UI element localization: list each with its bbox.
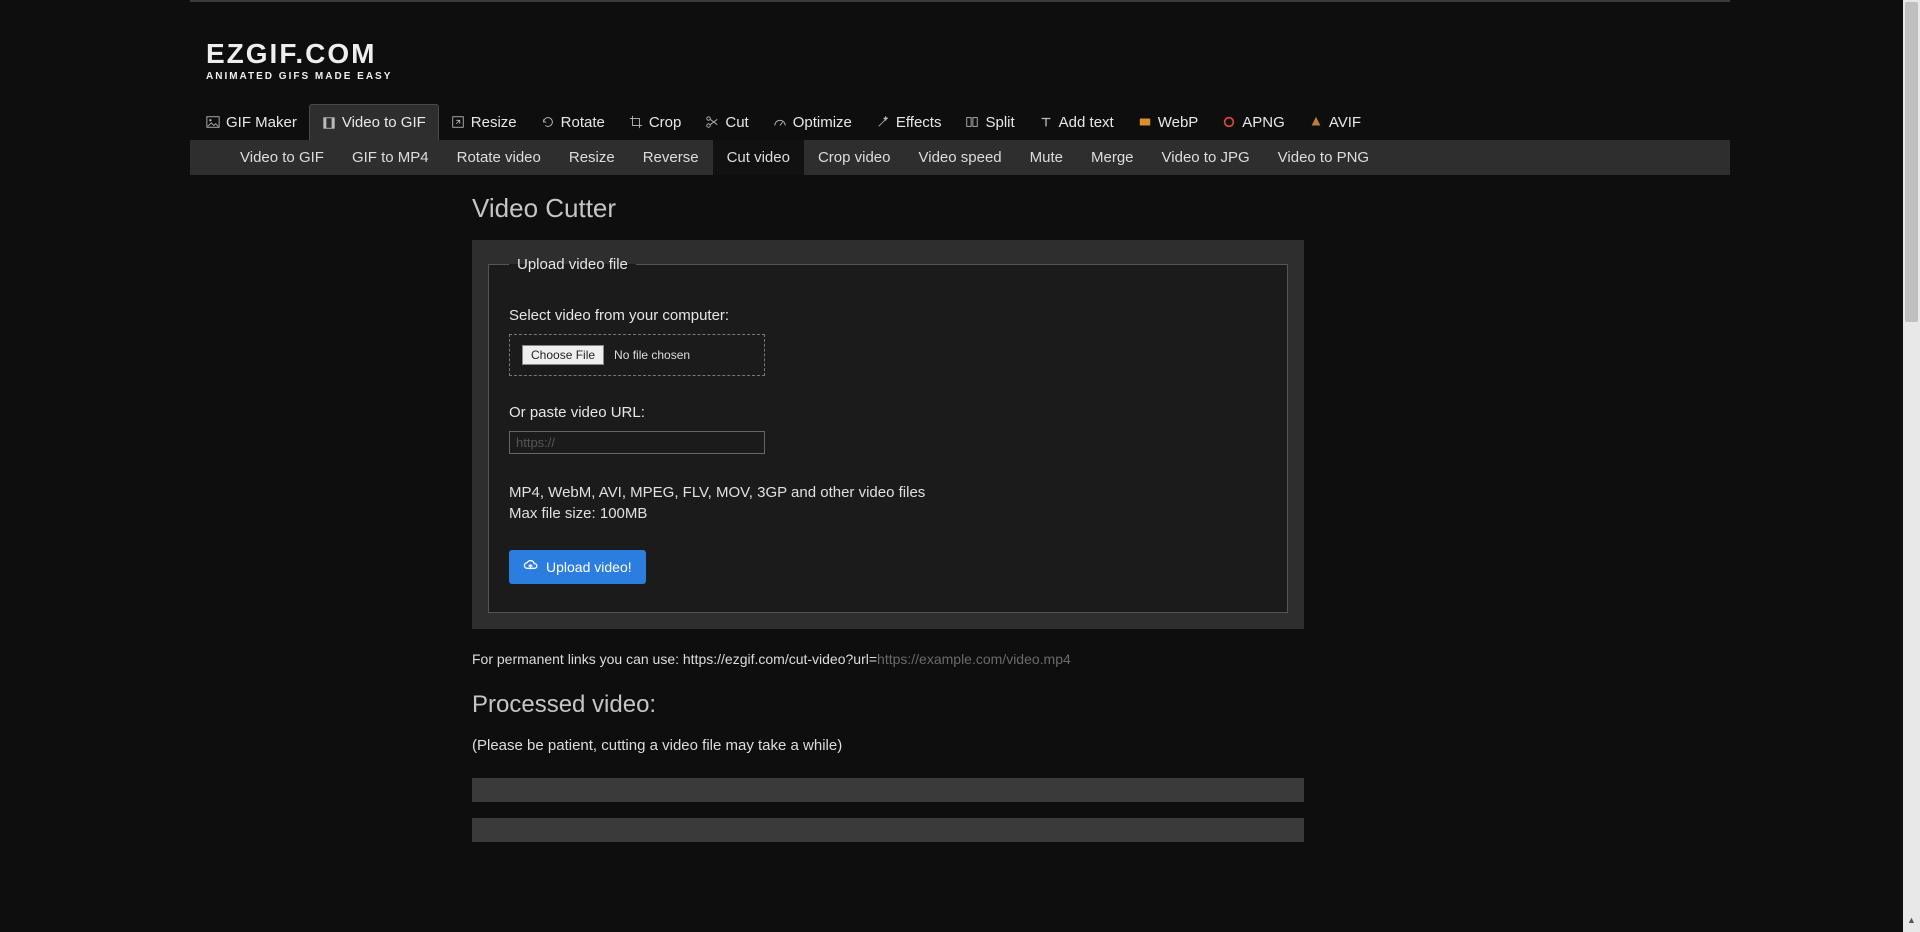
nav-label: Rotate — [561, 114, 605, 131]
nav-crop[interactable]: Crop — [617, 105, 694, 140]
select-file-label: Select video from your computer: — [509, 307, 1267, 324]
nav-label: Resize — [471, 114, 517, 131]
subnav-video-to-gif[interactable]: Video to GIF — [226, 140, 338, 175]
subnav-video-to-jpg[interactable]: Video to JPG — [1148, 140, 1264, 175]
nav-cut[interactable]: Cut — [693, 105, 760, 140]
nav-gif-maker[interactable]: GIF Maker — [194, 105, 309, 140]
scroll-down-arrow[interactable]: ▲ — [1903, 915, 1920, 932]
upload-legend: Upload video file — [509, 256, 636, 273]
cloud-upload-icon — [523, 558, 538, 576]
subnav-rotate-video[interactable]: Rotate video — [443, 140, 555, 175]
processed-heading: Processed video: — [472, 691, 1730, 719]
subnav-crop-video[interactable]: Crop video — [804, 140, 905, 175]
nav-avif[interactable]: AVIF — [1297, 105, 1373, 140]
upload-button[interactable]: Upload video! — [509, 550, 646, 584]
nav-label: Optimize — [793, 114, 852, 131]
text-icon — [1039, 115, 1053, 129]
gauge-icon — [773, 115, 787, 129]
webp-icon — [1138, 115, 1152, 129]
logo-text-main: EZGIF.COM — [206, 40, 1714, 68]
nav-optimize[interactable]: Optimize — [761, 105, 864, 140]
site-header: EZGIF.COM ANIMATED GIFS MADE EASY — [190, 2, 1730, 104]
subnav-cut-video[interactable]: Cut video — [713, 140, 804, 175]
secondary-nav: Video to GIFGIF to MP4Rotate videoResize… — [190, 140, 1730, 175]
permalink-prefix: For permanent links you can use: https:/… — [472, 651, 877, 667]
nav-label: APNG — [1242, 114, 1285, 131]
nav-label: GIF Maker — [226, 114, 297, 131]
nav-label: AVIF — [1329, 114, 1361, 131]
subnav-merge[interactable]: Merge — [1077, 140, 1148, 175]
logo[interactable]: EZGIF.COM ANIMATED GIFS MADE EASY — [206, 40, 1714, 82]
upload-fieldset: Upload video file Select video from your… — [488, 256, 1288, 613]
nav-rotate[interactable]: Rotate — [529, 105, 617, 140]
result-strip-2 — [472, 818, 1304, 842]
nav-add-text[interactable]: Add text — [1027, 105, 1126, 140]
video-url-input[interactable] — [509, 431, 765, 454]
file-dropzone[interactable]: Choose File No file chosen — [509, 334, 765, 376]
file-status-text: No file chosen — [614, 348, 690, 362]
scissors-icon — [705, 115, 719, 129]
upload-panel: Upload video file Select video from your… — [472, 240, 1304, 629]
film-icon — [322, 116, 336, 130]
permalink-hint: For permanent links you can use: https:/… — [472, 651, 1304, 667]
format-hint: MP4, WebM, AVI, MPEG, FLV, MOV, 3GP and … — [509, 482, 1267, 503]
film-icon — [190, 142, 226, 174]
page-title: Video Cutter — [472, 193, 1730, 224]
permalink-example: https://example.com/video.mp4 — [877, 651, 1071, 667]
rotate-icon — [541, 115, 555, 129]
subnav-mute[interactable]: Mute — [1016, 140, 1077, 175]
image-icon — [206, 115, 220, 129]
subnav-video-speed[interactable]: Video speed — [905, 140, 1016, 175]
nav-label: WebP — [1158, 114, 1199, 131]
nav-apng[interactable]: APNG — [1210, 105, 1297, 140]
resize-icon — [451, 115, 465, 129]
logo-text-sub: ANIMATED GIFS MADE EASY — [206, 72, 1714, 82]
primary-nav: GIF Maker Video to GIF Resize Rotate Crop Cut… — [190, 104, 1730, 140]
url-label: Or paste video URL: — [509, 404, 1267, 421]
upload-button-label: Upload video! — [546, 559, 632, 575]
split-icon — [965, 115, 979, 129]
wand-icon — [876, 115, 890, 129]
subnav-gif-to-mp4[interactable]: GIF to MP4 — [338, 140, 443, 175]
nav-label: Add text — [1059, 114, 1114, 131]
result-strip-1 — [472, 778, 1304, 802]
nav-label: Cut — [725, 114, 748, 131]
size-hint: Max file size: 100MB — [509, 503, 1267, 524]
subnav-reverse[interactable]: Reverse — [629, 140, 713, 175]
nav-label: Effects — [896, 114, 942, 131]
apng-icon — [1222, 115, 1236, 129]
subnav-resize[interactable]: Resize — [555, 140, 629, 175]
crop-icon — [629, 115, 643, 129]
avif-icon — [1309, 115, 1323, 129]
nav-label: Split — [985, 114, 1014, 131]
left-gutter — [190, 175, 472, 882]
nav-resize[interactable]: Resize — [439, 105, 529, 140]
nav-effects[interactable]: Effects — [864, 105, 954, 140]
processed-note: (Please be patient, cutting a video file… — [472, 737, 1730, 754]
subnav-video-to-png[interactable]: Video to PNG — [1264, 140, 1383, 175]
nav-label: Video to GIF — [342, 114, 426, 131]
nav-video-to-gif[interactable]: Video to GIF — [309, 104, 439, 140]
nav-label: Crop — [649, 114, 682, 131]
choose-file-button[interactable]: Choose File — [522, 345, 604, 365]
nav-webp[interactable]: WebP — [1126, 105, 1211, 140]
scrollbar-thumb[interactable] — [1905, 2, 1918, 322]
nav-split[interactable]: Split — [953, 105, 1026, 140]
scrollbar[interactable]: ▲ ▲ — [1903, 0, 1920, 932]
